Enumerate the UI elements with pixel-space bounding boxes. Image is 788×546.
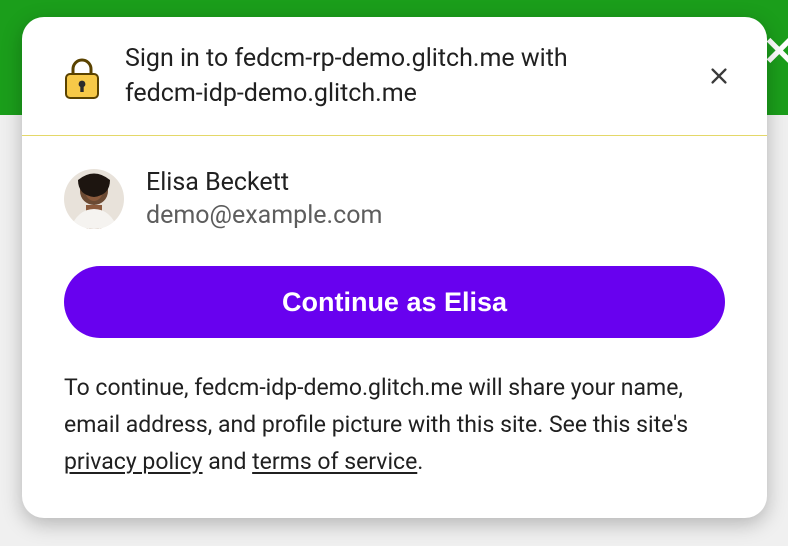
account-row: Elisa Beckett demo@example.com (64, 168, 725, 230)
disclosure-pre: To continue, fedcm-idp-demo.glitch.me wi… (64, 374, 688, 438)
close-icon (708, 65, 730, 87)
continue-button[interactable]: Continue as Elisa (64, 266, 725, 338)
privacy-policy-link[interactable]: privacy policy (64, 448, 203, 475)
account-info: Elisa Beckett demo@example.com (146, 168, 382, 230)
disclosure-mid: and (203, 448, 253, 475)
disclosure-post: . (417, 448, 423, 475)
avatar (64, 169, 124, 229)
dialog-title-line2: fedcm-idp-demo.glitch.me (125, 79, 417, 108)
dialog-body: Elisa Beckett demo@example.com Continue … (22, 136, 767, 518)
disclosure-text: To continue, fedcm-idp-demo.glitch.me wi… (64, 370, 725, 480)
dialog-title: Sign in to fedcm-rp-demo.glitch.me with … (125, 41, 676, 111)
dialog-header: Sign in to fedcm-rp-demo.glitch.me with … (22, 17, 767, 136)
terms-of-service-link[interactable]: terms of service (252, 448, 417, 475)
account-email: demo@example.com (146, 201, 382, 230)
account-name: Elisa Beckett (146, 168, 382, 197)
fedcm-signin-dialog: Sign in to fedcm-rp-demo.glitch.me with … (22, 17, 767, 518)
dialog-title-line1: Sign in to fedcm-rp-demo.glitch.me with (125, 44, 568, 73)
close-button[interactable] (701, 58, 737, 94)
lock-icon (64, 58, 100, 94)
